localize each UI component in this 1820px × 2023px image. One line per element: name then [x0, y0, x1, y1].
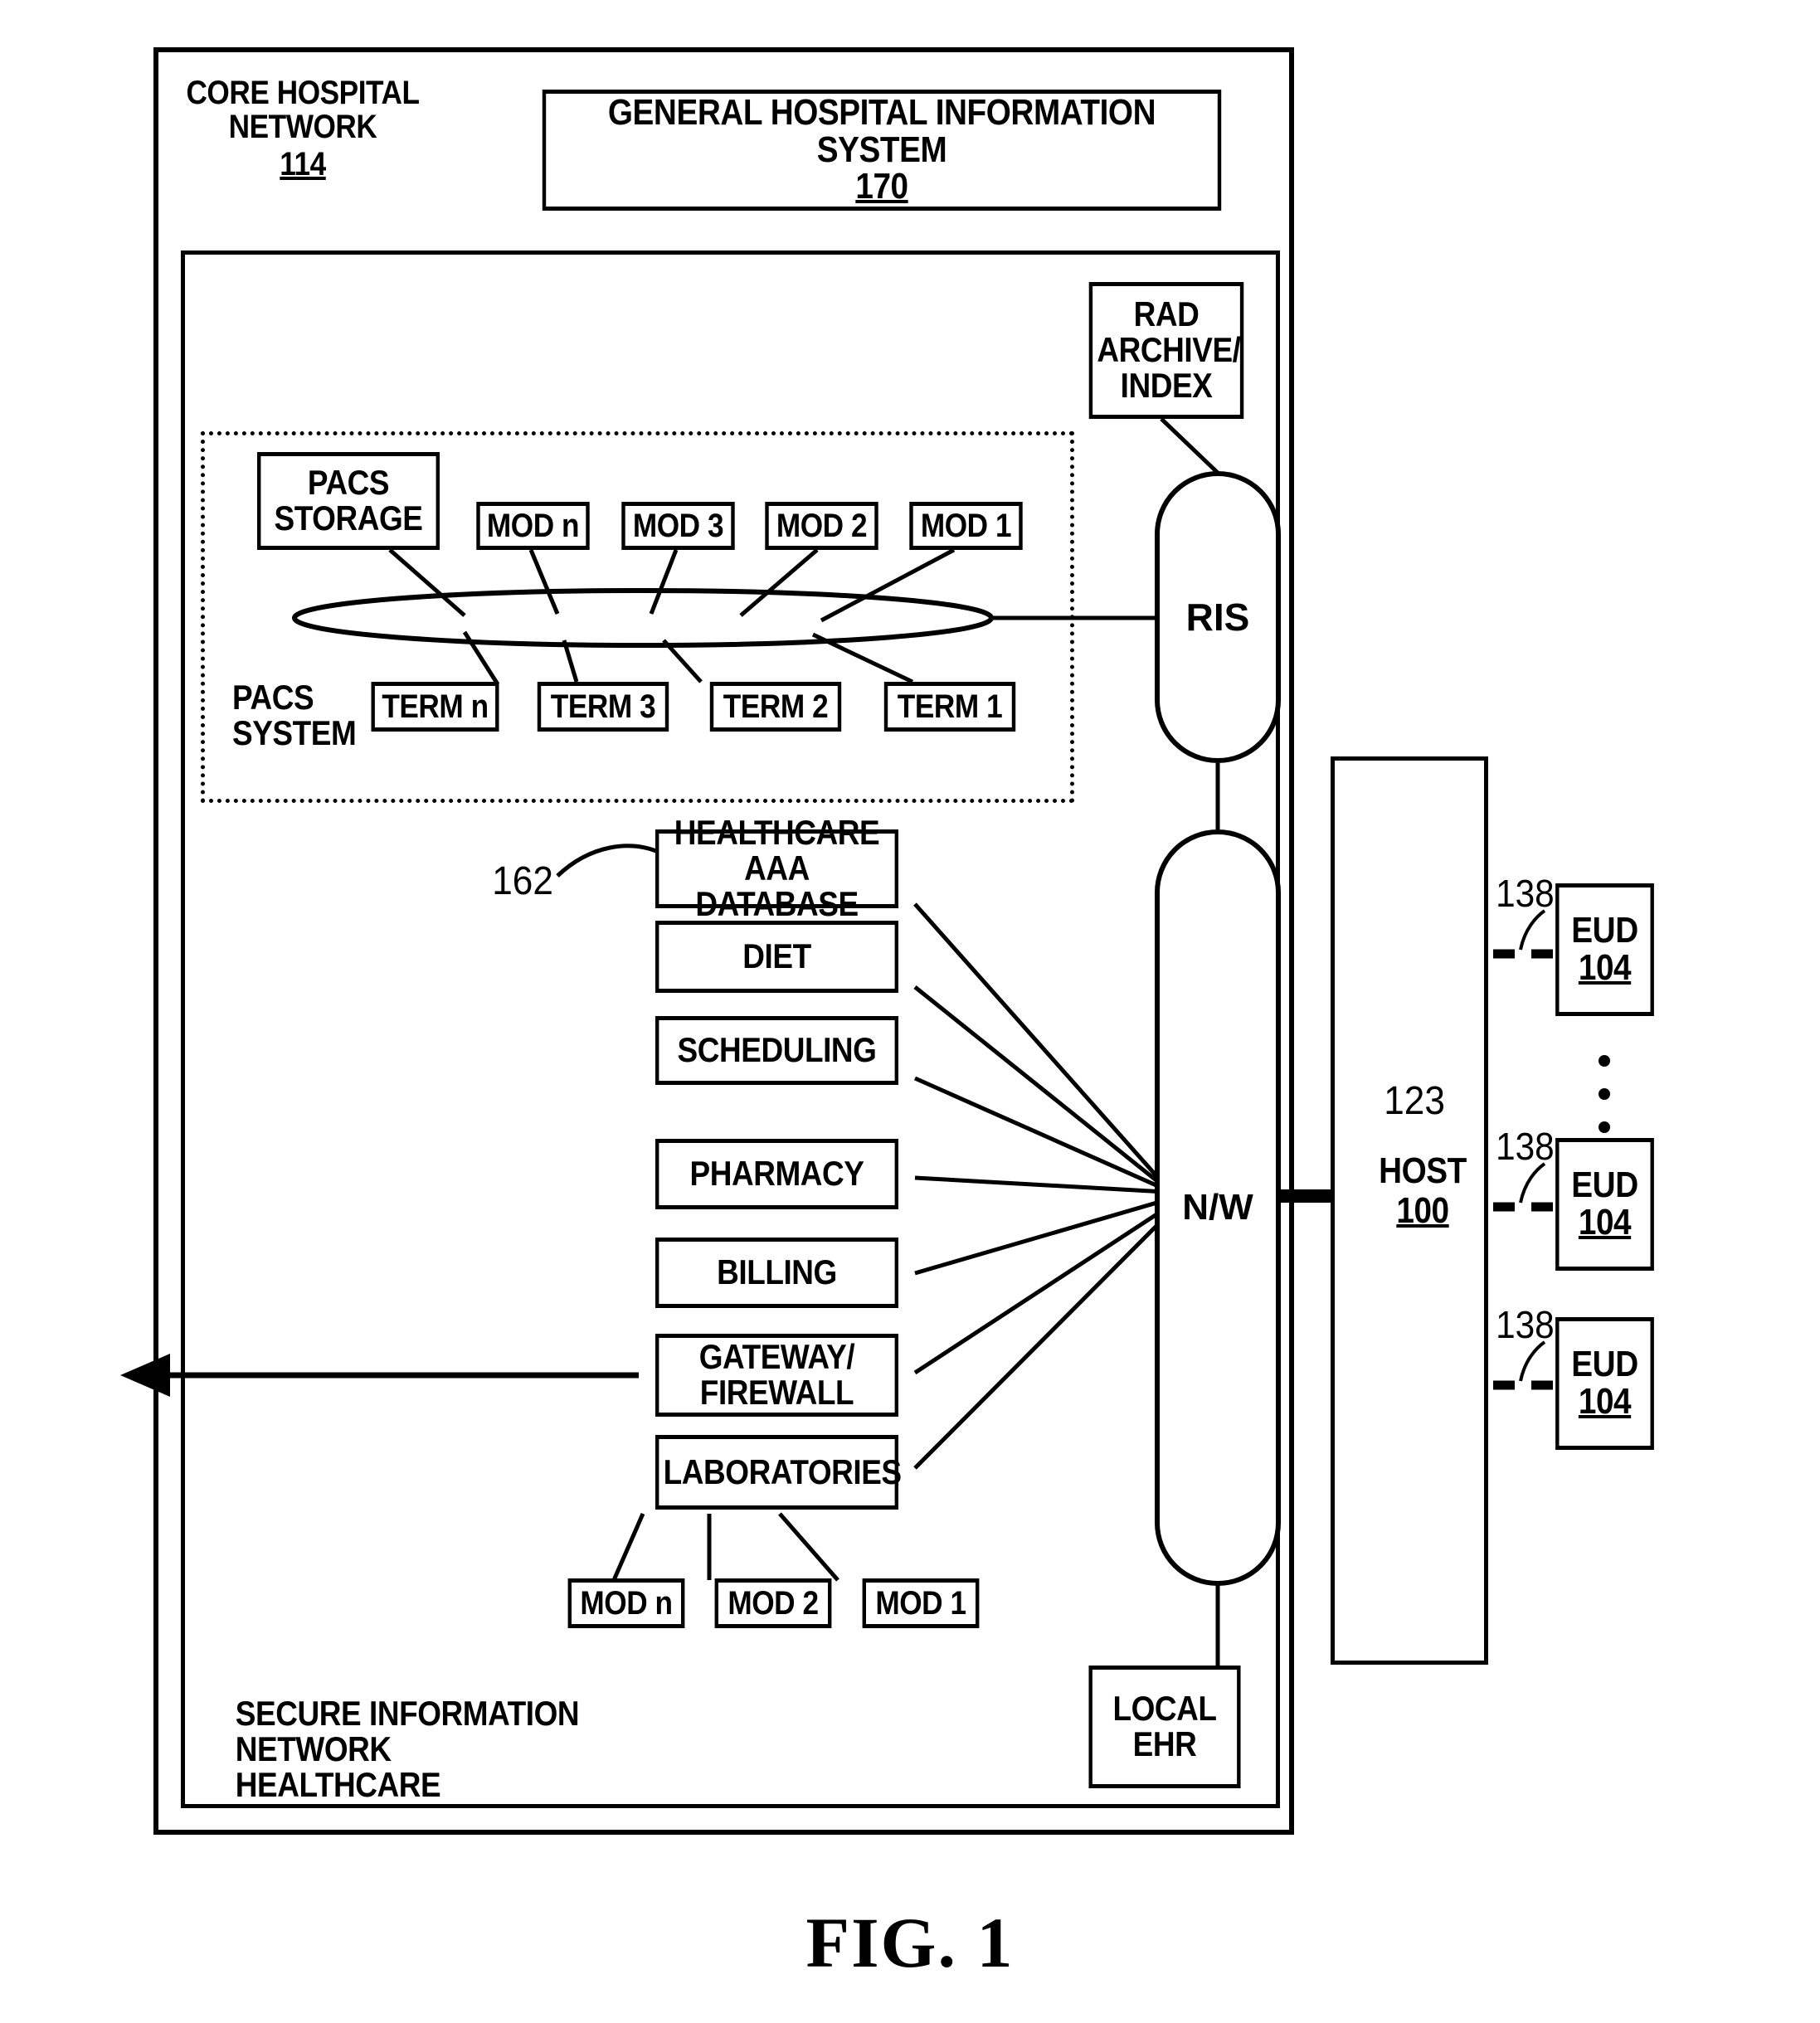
- lab-modality-label: MOD n: [580, 1584, 673, 1622]
- leader-138-2: [1519, 1162, 1546, 1204]
- rad-archive-label: RAD ARCHIVE/ INDEX: [1097, 294, 1241, 405]
- service-box-billing: BILLING: [655, 1238, 899, 1308]
- figure-caption: FIG. 1: [805, 1903, 1015, 1982]
- ellipsis-dot: [1599, 1088, 1610, 1100]
- modality-label: MOD 3: [632, 507, 724, 544]
- lab-modality-label: MOD 2: [728, 1584, 819, 1622]
- host-label: HOST: [1379, 1150, 1467, 1191]
- eud-label: EUD: [1571, 910, 1638, 951]
- pacs-system-label: PACS SYSTEM: [232, 678, 357, 752]
- ref-123: 123: [1384, 1079, 1445, 1123]
- terminal-box-term-3: TERM 3: [537, 682, 669, 732]
- service-box-scheduling: SCHEDULING: [655, 1016, 899, 1085]
- eud-ellipsis: [1599, 1055, 1610, 1133]
- pacs-storage-box: PACS STORAGE: [257, 452, 440, 550]
- ellipsis-dot: [1599, 1055, 1610, 1067]
- modality-box-mod-n: MOD n: [476, 502, 590, 550]
- eud-box-3: EUD 104: [1555, 1317, 1654, 1450]
- service-label: PHARMACY: [689, 1154, 864, 1194]
- service-label: HEALTHCARE AAA DATABASE: [674, 813, 880, 923]
- lab-modality-box-mod-1: MOD 1: [862, 1578, 980, 1628]
- terminal-label: TERM 1: [897, 688, 1003, 725]
- ellipsis-dot: [1599, 1121, 1610, 1133]
- ghis-ref: 170: [855, 166, 908, 207]
- rad-archive-index-box: RAD ARCHIVE/ INDEX: [1088, 282, 1244, 419]
- ris-pill: RIS: [1155, 471, 1281, 763]
- modality-label: MOD 2: [776, 507, 868, 544]
- modality-box-mod-1: MOD 1: [909, 502, 1023, 550]
- ref-138-1: 138: [1496, 872, 1555, 915]
- modality-label: MOD n: [486, 507, 580, 544]
- eud-content: EUD 104: [1560, 912, 1651, 987]
- core-hospital-network-label: CORE HOSPITAL NETWORK: [186, 75, 420, 145]
- ghis-box-content: GENERAL HOSPITAL INFORMATION SYSTEM 170: [546, 91, 1218, 207]
- modality-box-mod-3: MOD 3: [621, 502, 735, 550]
- service-box-diet: DIET: [655, 921, 899, 993]
- secure-information-network-label: SECURE INFORMATION NETWORK HEALTHCARE: [235, 1694, 580, 1804]
- ref-138-2: 138: [1496, 1125, 1555, 1168]
- eud-ref: 104: [1578, 1202, 1632, 1242]
- leader-138-1: [1519, 909, 1546, 951]
- network-pill: N/W: [1155, 829, 1281, 1586]
- eud-label: EUD: [1571, 1344, 1638, 1385]
- ref-138-3: 138: [1496, 1303, 1555, 1346]
- pacs-storage-label: PACS STORAGE: [274, 463, 423, 537]
- eud-box-1: EUD 104: [1555, 883, 1654, 1016]
- terminal-box-term-2: TERM 2: [709, 682, 842, 732]
- modality-box-mod-2: MOD 2: [765, 502, 878, 550]
- eud-content: EUD 104: [1560, 1344, 1651, 1422]
- service-label: LABORATORIES: [663, 1452, 902, 1491]
- eud-box-2: EUD 104: [1555, 1138, 1654, 1271]
- service-label: BILLING: [717, 1252, 837, 1292]
- core-hospital-network-ref: 114: [280, 146, 326, 182]
- terminal-label: TERM n: [382, 688, 489, 725]
- service-box-laboratories: LABORATORIES: [655, 1435, 902, 1510]
- general-hospital-information-system-box: GENERAL HOSPITAL INFORMATION SYSTEM 170: [542, 90, 1222, 211]
- eud-ref: 104: [1578, 1381, 1632, 1422]
- terminal-label: TERM 2: [723, 688, 829, 725]
- ghis-title: GENERAL HOSPITAL INFORMATION SYSTEM: [607, 91, 1156, 170]
- service-box-pharmacy: PHARMACY: [655, 1139, 899, 1209]
- lab-modality-box-mod-n: MOD n: [567, 1578, 685, 1628]
- network-label: N/W: [1182, 1187, 1253, 1228]
- terminal-box-term-n: TERM n: [371, 682, 499, 732]
- terminal-label: TERM 3: [550, 688, 656, 725]
- service-box-healthcare-aaa-database: HEALTHCARE AAA DATABASE: [655, 815, 899, 922]
- eud-content: EUD 104: [1560, 1165, 1651, 1242]
- patent-figure-page: CORE HOSPITAL NETWORK 114 GENERAL HOSPIT…: [0, 0, 1820, 2023]
- leader-138-3: [1519, 1340, 1546, 1382]
- host-ref: 100: [1396, 1190, 1449, 1231]
- local-ehr-label: LOCAL EHR: [1112, 1689, 1217, 1763]
- service-box-gateway-firewall: GATEWAY/ FIREWALL: [655, 1334, 899, 1417]
- ris-label: RIS: [1185, 596, 1250, 639]
- lab-modality-label: MOD 1: [875, 1584, 966, 1622]
- terminal-box-term-1: TERM 1: [883, 682, 1016, 732]
- eud-ref: 104: [1578, 947, 1632, 988]
- ref-162: 162: [492, 859, 553, 903]
- local-ehr-box: LOCAL EHR: [1088, 1666, 1241, 1788]
- lab-modality-box-mod-2: MOD 2: [714, 1578, 832, 1628]
- service-label: DIET: [742, 936, 811, 976]
- service-label: GATEWAY/ FIREWALL: [698, 1337, 855, 1412]
- modality-label: MOD 1: [920, 507, 1012, 544]
- service-label: SCHEDULING: [677, 1030, 877, 1070]
- eud-label: EUD: [1571, 1165, 1638, 1206]
